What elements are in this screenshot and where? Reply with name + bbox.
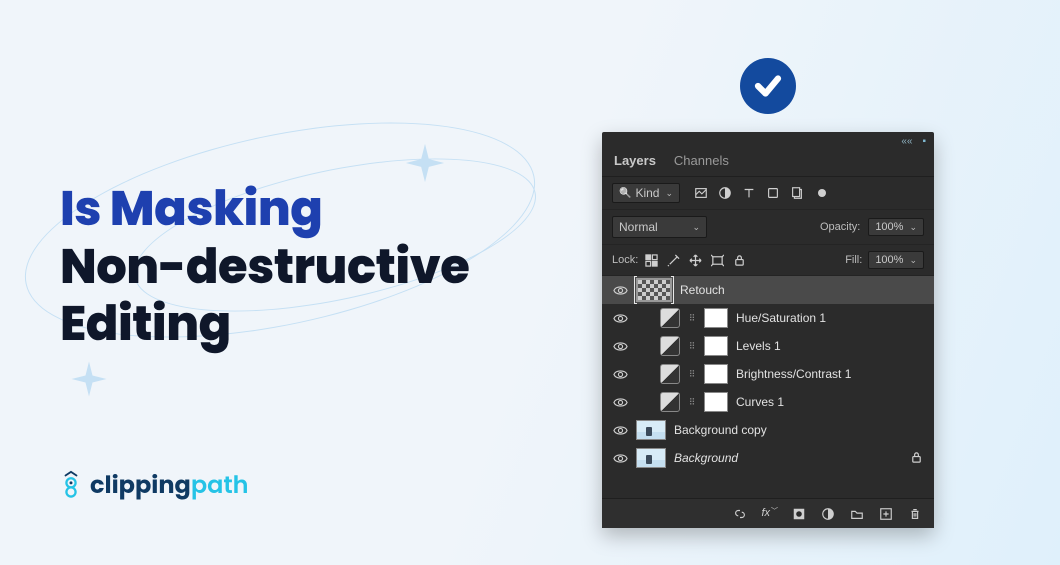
visibility-eye-icon[interactable] — [612, 282, 628, 298]
layer-row[interactable]: Background — [602, 444, 934, 472]
visibility-eye-icon[interactable] — [612, 366, 628, 382]
lock-pixels-icon[interactable] — [666, 253, 680, 267]
headline-line-2: Non-destructive — [60, 238, 469, 296]
opacity-label: Opacity: — [820, 221, 860, 233]
brand-logo: clippingpath — [60, 468, 249, 503]
opacity-input[interactable]: 100% ⌄ — [868, 218, 924, 236]
filter-type-icon[interactable] — [742, 186, 756, 200]
visibility-eye-icon[interactable] — [612, 310, 628, 326]
visibility-eye-icon[interactable] — [612, 450, 628, 466]
mask-link-icon[interactable]: ⠿ — [688, 341, 696, 352]
filter-adjustment-icon[interactable] — [718, 186, 732, 200]
lock-position-icon[interactable] — [688, 253, 702, 267]
layer-name[interactable]: Hue/Saturation 1 — [736, 311, 826, 325]
chevron-down-icon: ⌄ — [909, 222, 917, 233]
layer-thumbnail[interactable] — [636, 420, 666, 440]
layer-row[interactable]: ⠿ Hue/Saturation 1 — [602, 304, 934, 332]
sparkle-icon — [68, 358, 110, 400]
layer-row[interactable]: ⠿ Brightness/Contrast 1 — [602, 360, 934, 388]
mask-link-icon[interactable]: ⠿ — [688, 313, 696, 324]
headline-line-3: Editing — [60, 295, 469, 353]
mask-link-icon[interactable]: ⠿ — [688, 397, 696, 408]
filter-smartobject-icon[interactable] — [790, 186, 804, 200]
layer-mask-thumbnail[interactable] — [704, 308, 728, 328]
filter-pixel-icon[interactable] — [694, 186, 708, 200]
panel-menu-icon[interactable]: «« — [901, 136, 912, 147]
adjustment-layer-icon[interactable] — [660, 364, 680, 384]
blend-mode-dropdown[interactable]: Normal ⌄ — [612, 216, 707, 238]
adjustment-layer-icon[interactable] — [660, 336, 680, 356]
panel-close-icon[interactable]: ▪ — [922, 136, 926, 147]
filter-kind-label: Kind — [635, 186, 659, 200]
layer-name[interactable]: Retouch — [680, 283, 725, 297]
visibility-eye-icon[interactable] — [612, 394, 628, 410]
logo-mark-icon — [60, 470, 82, 502]
layer-row[interactable]: Retouch — [602, 276, 934, 304]
mask-link-icon[interactable]: ⠿ — [688, 369, 696, 380]
lock-transparency-icon[interactable] — [644, 253, 658, 267]
add-mask-icon[interactable] — [791, 506, 806, 521]
layer-name[interactable]: Levels 1 — [736, 339, 781, 353]
link-layers-icon[interactable] — [732, 506, 747, 521]
layer-mask-thumbnail[interactable] — [704, 364, 728, 384]
blend-mode-value: Normal — [619, 220, 658, 234]
layer-row[interactable]: ⠿ Curves 1 — [602, 388, 934, 416]
chevron-down-icon: ⌄ — [665, 188, 673, 199]
fill-label: Fill: — [845, 254, 862, 266]
logo-text-1: clipping — [90, 469, 191, 502]
adjustment-layer-icon[interactable] — [660, 308, 680, 328]
fill-value: 100% — [875, 254, 903, 266]
add-adjustment-icon[interactable] — [820, 506, 835, 521]
visibility-eye-icon[interactable] — [612, 338, 628, 354]
opacity-value: 100% — [875, 221, 903, 233]
tab-layers[interactable]: Layers — [614, 153, 656, 168]
checkmark-badge — [740, 58, 796, 114]
layers-panel: «« ▪ Layers Channels Kind ⌄ Normal ⌄ Opa… — [602, 132, 934, 528]
layer-mask-thumbnail[interactable] — [704, 392, 728, 412]
filter-toggle-icon[interactable] — [818, 189, 826, 197]
layer-thumbnail[interactable] — [636, 448, 666, 468]
layer-row[interactable]: ⠿ Levels 1 — [602, 332, 934, 360]
lock-artboard-icon[interactable] — [710, 253, 724, 267]
logo-text-2: path — [191, 469, 249, 502]
headline-line-1: Is Masking — [60, 180, 469, 238]
chevron-down-icon: ⌄ — [909, 255, 917, 266]
lock-all-icon[interactable] — [732, 253, 746, 267]
layer-name[interactable]: Background — [674, 451, 738, 465]
fill-input[interactable]: 100% ⌄ — [868, 251, 924, 269]
adjustment-layer-icon[interactable] — [660, 392, 680, 412]
layer-mask-thumbnail[interactable] — [704, 336, 728, 356]
new-group-icon[interactable] — [849, 506, 864, 521]
layer-row[interactable]: Background copy — [602, 416, 934, 444]
delete-layer-icon[interactable] — [907, 506, 922, 521]
headline: Is Masking Non-destructive Editing — [60, 180, 469, 353]
lock-icon[interactable] — [910, 451, 924, 465]
layer-name[interactable]: Background copy — [674, 423, 767, 437]
filter-kind-dropdown[interactable]: Kind ⌄ — [612, 183, 680, 203]
new-layer-icon[interactable] — [878, 506, 893, 521]
layer-name[interactable]: Brightness/Contrast 1 — [736, 367, 851, 381]
lock-label: Lock: — [612, 254, 638, 266]
layer-fx-icon[interactable]: fx — [761, 507, 777, 519]
visibility-eye-icon[interactable] — [612, 422, 628, 438]
tab-channels[interactable]: Channels — [674, 153, 729, 168]
layer-thumbnail[interactable] — [636, 278, 672, 302]
layer-name[interactable]: Curves 1 — [736, 395, 784, 409]
chevron-down-icon: ⌄ — [692, 222, 700, 233]
filter-shape-icon[interactable] — [766, 186, 780, 200]
